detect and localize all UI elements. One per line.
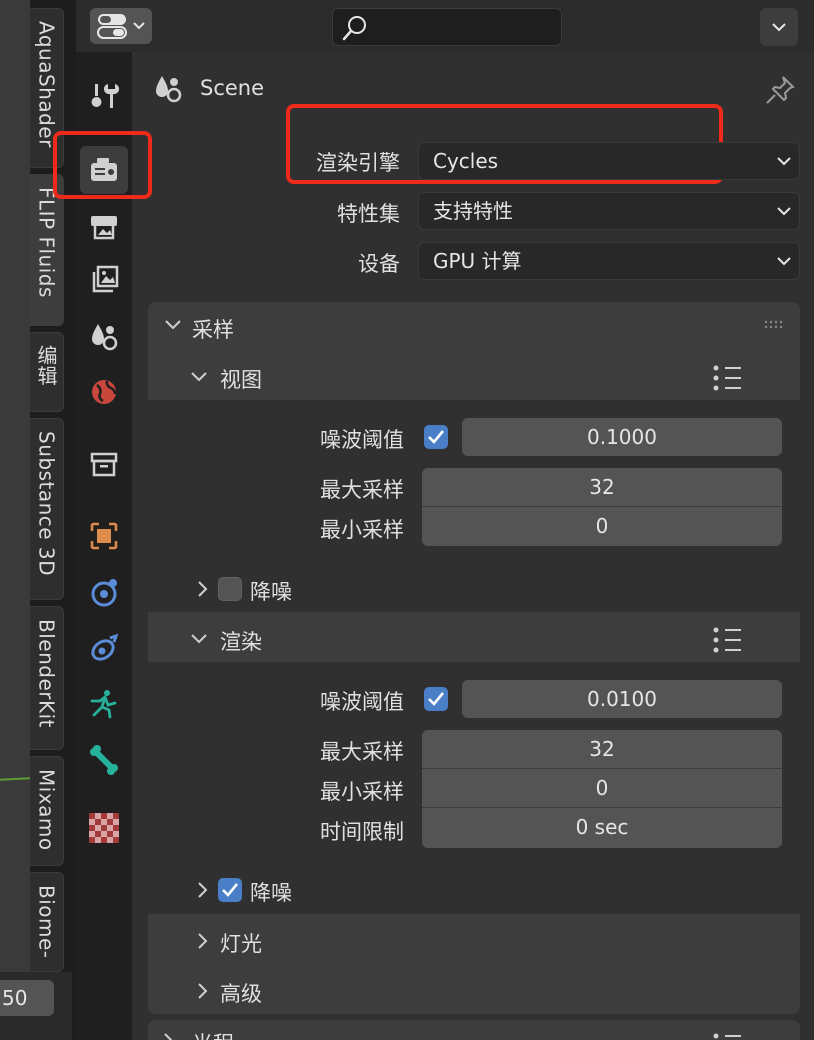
tool-icon [91, 84, 120, 108]
editor-type-icon [97, 14, 127, 39]
render-min-samples-label: 最小采样 [320, 780, 404, 804]
viewport-noise-threshold-label: 噪波阈值 [320, 428, 404, 452]
checkmark-icon [428, 430, 445, 444]
viewport-samples-group: 32 0 [422, 468, 782, 546]
output-icon [91, 216, 117, 240]
chevron-down-icon[interactable] [190, 632, 208, 646]
sidebar-tab-biome[interactable]: Biome- [30, 872, 64, 972]
render-noise-threshold-field[interactable]: 0.0100 [462, 680, 782, 718]
feature-set-dropdown[interactable]: 支持特性 [418, 192, 800, 230]
chevron-right-icon [164, 1033, 173, 1040]
render-engine-value: Cycles [433, 149, 499, 173]
tab-object-data[interactable] [80, 736, 128, 784]
tab-modifiers[interactable] [80, 568, 128, 616]
chevron-down-icon [777, 157, 791, 166]
checker-texture-icon [89, 813, 119, 843]
tab-collection[interactable] [80, 440, 128, 488]
viewport-denoise-title[interactable]: 降噪 [250, 576, 292, 606]
render-noise-threshold-label: 噪波阈值 [320, 690, 404, 714]
chevron-down-icon [777, 207, 791, 216]
viewport-noise-threshold-checkbox[interactable] [424, 425, 448, 449]
tab-view-layer[interactable] [80, 256, 128, 304]
light-paths-panel-title: 光程 [192, 1028, 234, 1040]
3d-viewport-edge[interactable] [0, 0, 30, 972]
tab-output[interactable] [80, 202, 128, 250]
tab-texture[interactable] [80, 804, 128, 852]
lights-subpanel-title[interactable]: 灯光 [220, 928, 262, 958]
render-engine-dropdown[interactable]: Cycles [418, 142, 800, 180]
render-noise-threshold-checkbox[interactable] [424, 687, 448, 711]
tab-object[interactable] [80, 512, 128, 560]
chevron-right-icon[interactable] [196, 580, 210, 598]
sidebar-tab-blenderkit[interactable]: BlenderKit [30, 606, 64, 750]
editor-type-button[interactable] [90, 8, 152, 44]
chevron-down-icon[interactable] [190, 370, 208, 384]
device-value: GPU 计算 [433, 249, 522, 273]
scene-icon [92, 324, 118, 351]
render-denoise-title[interactable]: 降噪 [250, 877, 292, 907]
pin-icon[interactable] [764, 74, 796, 110]
render-max-samples-label: 最大采样 [320, 740, 404, 764]
device-label: 设备 [358, 252, 400, 276]
chevron-down-icon [772, 22, 786, 31]
search-input[interactable] [332, 8, 562, 46]
presets-list-icon [713, 1033, 741, 1039]
chevron-down-icon [133, 22, 145, 30]
tab-constraints[interactable] [80, 680, 128, 728]
feature-set-label: 特性集 [337, 202, 400, 226]
render-time-limit-label: 时间限制 [320, 820, 404, 844]
render-engine-label: 渲染引擎 [316, 151, 400, 175]
render-denoise-checkbox[interactable] [218, 878, 242, 902]
feature-set-value: 支持特性 [433, 199, 513, 223]
armature-pose-icon [90, 690, 117, 719]
sidebar-tab-substance-3d[interactable]: Substance 3D [30, 418, 64, 600]
presets-list-icon[interactable] [712, 626, 742, 654]
view-layer-icon [92, 265, 119, 293]
viewport-subpanel-title[interactable]: 视图 [220, 364, 262, 394]
viewport-min-samples-label: 最小采样 [320, 518, 404, 542]
presets-list-icon[interactable] [712, 364, 742, 392]
render-samples-group: 32 0 0 sec [422, 730, 782, 848]
viewport-min-samples-field[interactable]: 0 [422, 507, 782, 546]
tab-world[interactable] [80, 368, 128, 416]
options-dropdown-button[interactable] [760, 8, 798, 46]
render-subpanel-title[interactable]: 渲染 [220, 626, 262, 656]
render-time-limit-field[interactable]: 0 sec [422, 808, 782, 847]
render-max-samples-field[interactable]: 32 [422, 730, 782, 769]
chevron-right-icon[interactable] [196, 932, 210, 950]
bone-icon [90, 745, 118, 775]
world-icon [92, 380, 117, 404]
chevron-right-icon[interactable] [196, 982, 210, 1000]
viewport-denoise-checkbox[interactable] [218, 577, 242, 601]
advanced-subpanel-title[interactable]: 高级 [220, 978, 262, 1008]
device-dropdown[interactable]: GPU 计算 [418, 242, 800, 280]
scene-title: Scene [200, 76, 265, 100]
checkmark-icon [222, 883, 239, 897]
light-paths-panel[interactable]: 光程 [148, 1020, 800, 1040]
scene-icon [152, 72, 184, 108]
drag-handle-icon[interactable] [764, 320, 786, 330]
tab-particles[interactable] [80, 624, 128, 672]
sidebar-tab-mixamo[interactable]: Mixamo [30, 756, 64, 866]
viewport-noise-threshold-field[interactable]: 0.1000 [462, 418, 782, 456]
sampling-panel-title[interactable]: 采样 [192, 314, 234, 344]
physics-icon [91, 633, 119, 661]
checkmark-icon [428, 692, 445, 706]
annotation-box-render-tab [53, 131, 152, 199]
viewport-max-samples-label: 最大采样 [320, 478, 404, 502]
tab-tool[interactable] [80, 72, 128, 120]
render-min-samples-field[interactable]: 0 [422, 769, 782, 808]
collection-icon [90, 452, 118, 477]
frame-field[interactable]: 50 [0, 980, 54, 1016]
object-icon [90, 522, 118, 550]
viewport-max-samples-field[interactable]: 32 [422, 468, 782, 507]
chevron-right-icon[interactable] [196, 881, 210, 899]
tab-scene[interactable] [80, 312, 128, 360]
search-icon [342, 16, 366, 41]
chevron-down-icon[interactable] [164, 318, 182, 332]
sidebar-tab-edit[interactable]: 编辑 [30, 332, 64, 412]
chevron-down-icon [777, 257, 791, 266]
modifier-icon [91, 579, 117, 607]
